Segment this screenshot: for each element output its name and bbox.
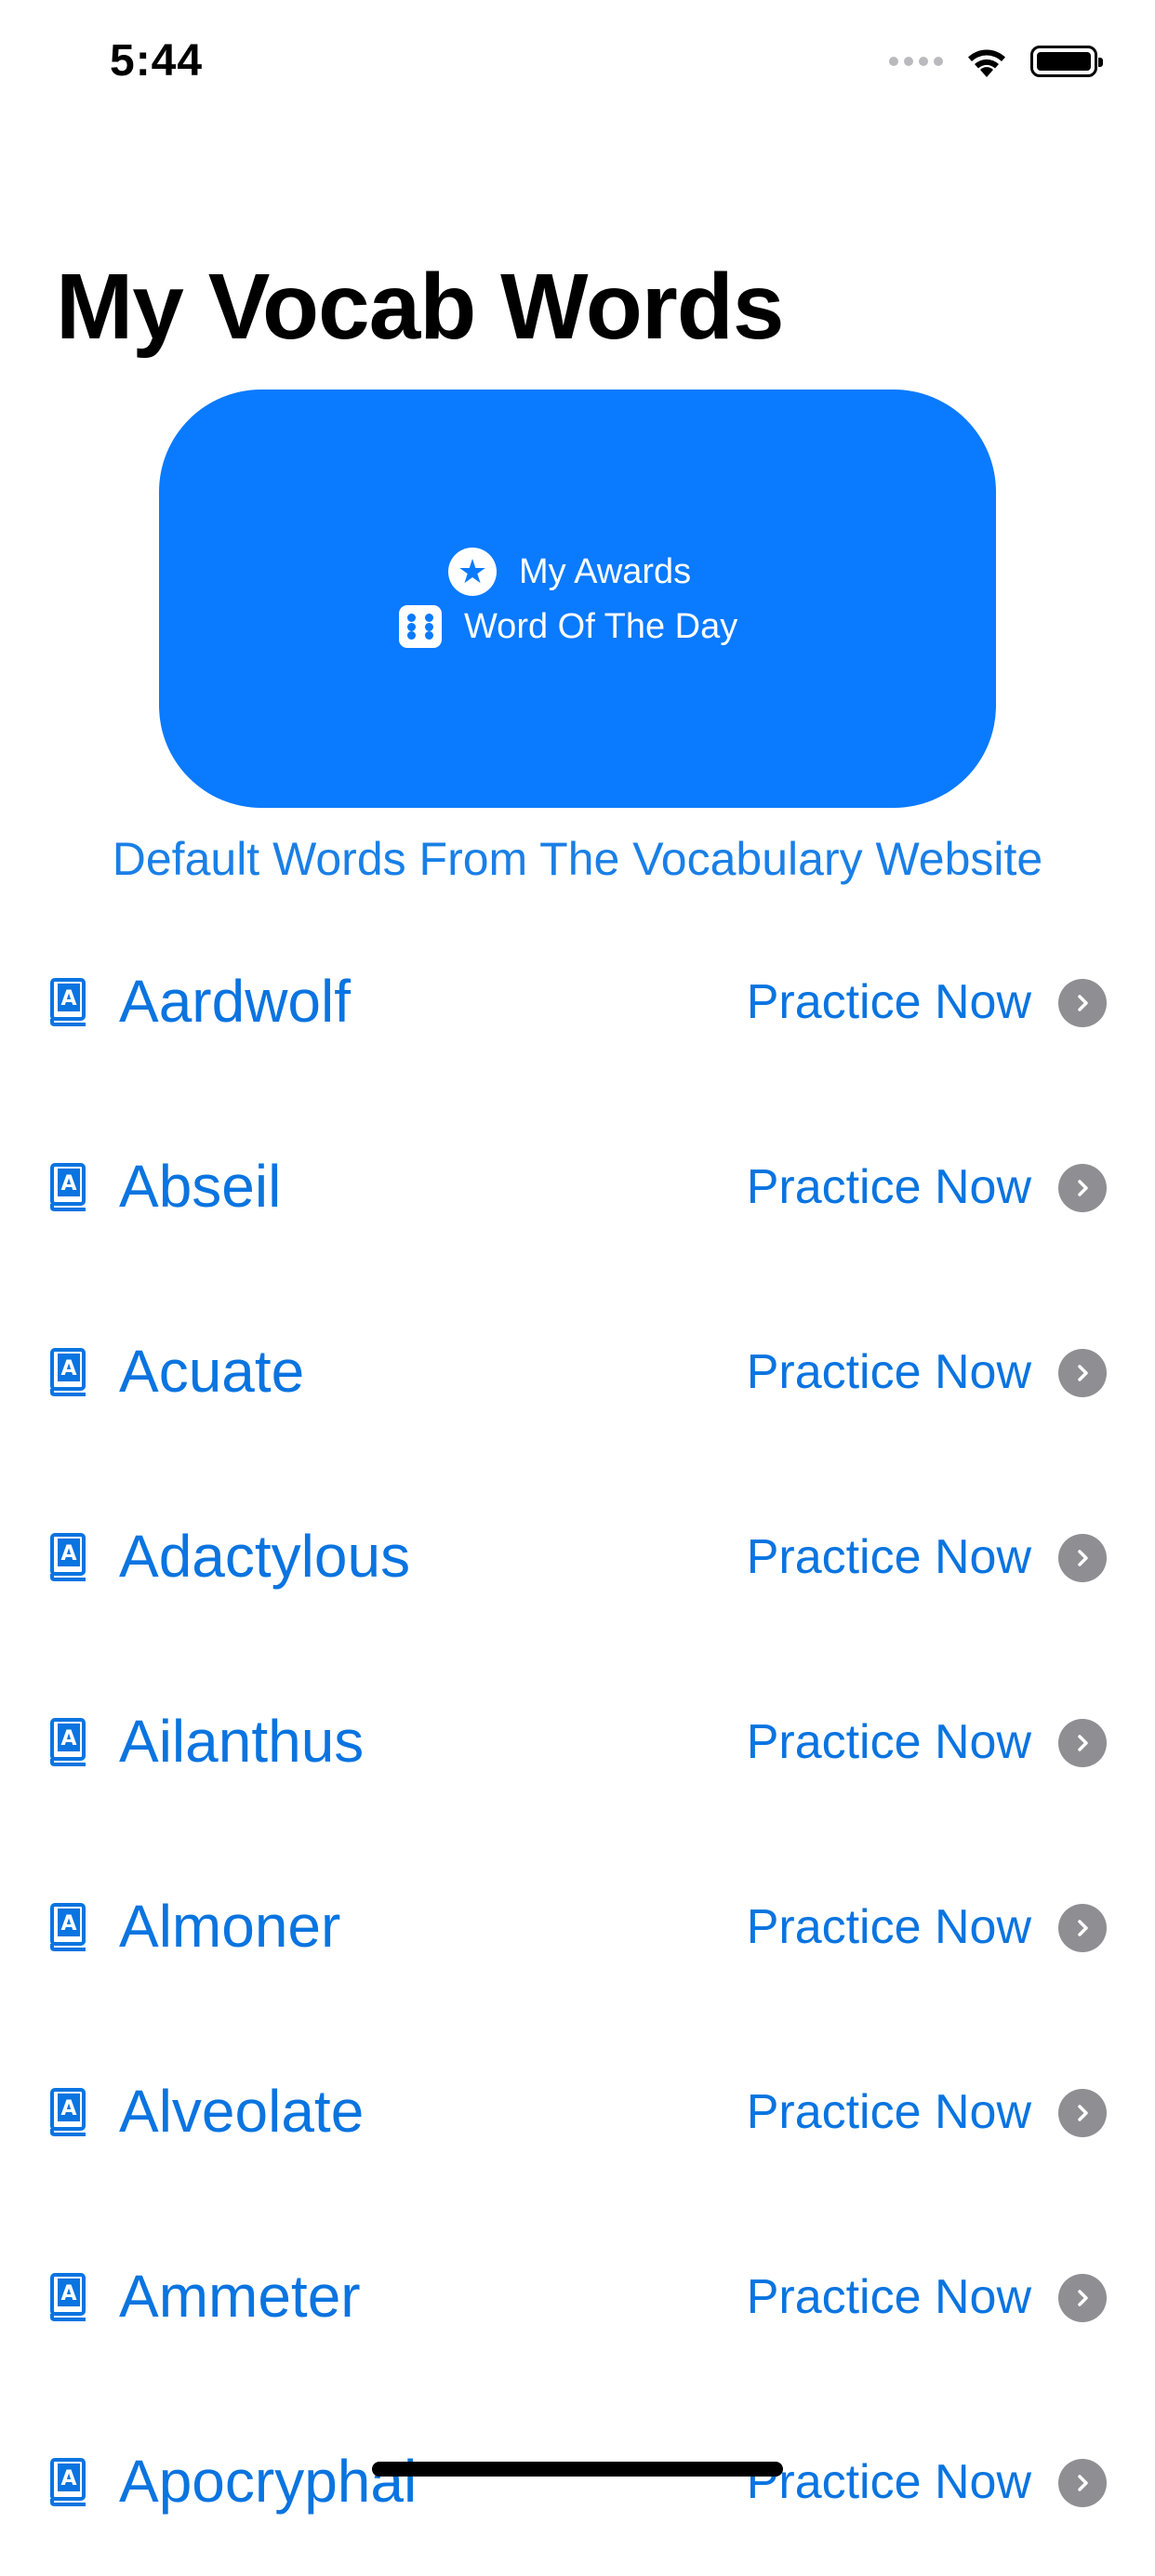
status-icons (889, 41, 1103, 82)
default-words-link[interactable]: Default Words From The Vocabulary Websit… (0, 832, 1155, 886)
book-icon: A (50, 2088, 86, 2136)
practice-now-label: Practice Now (746, 1900, 1031, 1954)
svg-text:A: A (60, 1542, 76, 1565)
book-icon: A (50, 1718, 86, 1766)
cellular-signal-icon (889, 57, 943, 66)
dice-icon (399, 605, 442, 648)
word-label: Alveolate (119, 2078, 365, 2145)
practice-now-label: Practice Now (746, 1715, 1031, 1769)
practice-now-label: Practice Now (746, 2455, 1031, 2509)
word-label: Acuate (119, 1338, 305, 1405)
word-row[interactable]: A Ailanthus Practice Now (0, 1651, 1155, 1836)
word-label: Ammeter (119, 2263, 361, 2330)
chevron-right-icon (1058, 2459, 1107, 2507)
chevron-right-icon (1058, 1904, 1107, 1952)
word-of-the-day-label: Word Of The Day (464, 606, 738, 646)
chevron-right-icon (1058, 2274, 1107, 2322)
word-row[interactable]: A Ammeter Practice Now (0, 2206, 1155, 2391)
home-indicator[interactable] (372, 2462, 783, 2477)
practice-now-label: Practice Now (746, 1160, 1031, 1214)
chevron-right-icon (1058, 1719, 1107, 1767)
book-icon: A (50, 1348, 86, 1396)
word-label: Adactylous (119, 1523, 411, 1590)
chevron-right-icon (1058, 1534, 1107, 1582)
svg-text:A: A (60, 1727, 76, 1750)
word-row[interactable]: A Adactylous Practice Now (0, 1466, 1155, 1651)
word-label: Ailanthus (119, 1708, 365, 1775)
chevron-right-icon (1058, 1164, 1107, 1212)
word-row[interactable]: A Abseil Practice Now (0, 1096, 1155, 1281)
practice-now-label: Practice Now (746, 1345, 1031, 1399)
word-row[interactable]: A Alveolate Practice Now (0, 2021, 1155, 2206)
my-awards-label: My Awards (519, 551, 692, 591)
svg-text:A: A (60, 987, 76, 1011)
svg-text:A: A (60, 2467, 76, 2490)
svg-text:A: A (60, 1912, 76, 1935)
my-awards-button[interactable]: ★ My Awards (448, 548, 691, 596)
book-icon: A (50, 2458, 86, 2506)
word-row[interactable]: A Acuate Practice Now (0, 1281, 1155, 1466)
book-icon: A (50, 978, 86, 1026)
chevron-right-icon (1058, 979, 1107, 1027)
book-icon: A (50, 1903, 86, 1951)
page-title: My Vocab Words (56, 255, 784, 359)
practice-now-label: Practice Now (746, 2085, 1031, 2139)
word-label: Apocryphal (119, 2448, 418, 2515)
svg-text:A: A (60, 1357, 76, 1380)
word-row[interactable]: A Apocryphal Practice Now (0, 2391, 1155, 2576)
word-of-the-day-button[interactable]: Word Of The Day (399, 605, 737, 648)
battery-icon (1030, 46, 1103, 77)
practice-now-label: Practice Now (746, 975, 1031, 1029)
svg-text:A: A (60, 2097, 76, 2120)
status-time: 5:44 (110, 36, 204, 86)
chevron-right-icon (1058, 2089, 1107, 2137)
chevron-right-icon (1058, 1349, 1107, 1397)
word-row[interactable]: A Aardwolf Practice Now (0, 911, 1155, 1096)
book-icon: A (50, 1533, 86, 1581)
menu-card: ★ My Awards Word Of The Day (159, 390, 996, 808)
wifi-icon (968, 49, 1005, 77)
book-icon: A (50, 1163, 86, 1211)
practice-now-label: Practice Now (746, 2270, 1031, 2324)
book-icon: A (50, 2273, 86, 2321)
word-list: A Aardwolf Practice Now A Abseil Practic… (0, 911, 1155, 2576)
word-row[interactable]: A Almoner Practice Now (0, 1836, 1155, 2021)
status-bar: 5:44 (0, 0, 1155, 123)
word-label: Aardwolf (119, 968, 351, 1035)
svg-text:A: A (60, 2282, 76, 2305)
svg-text:A: A (60, 1172, 76, 1196)
word-label: Abseil (119, 1153, 282, 1220)
word-label: Almoner (119, 1893, 341, 1960)
star-circle-icon: ★ (448, 548, 497, 596)
practice-now-label: Practice Now (746, 1530, 1031, 1584)
